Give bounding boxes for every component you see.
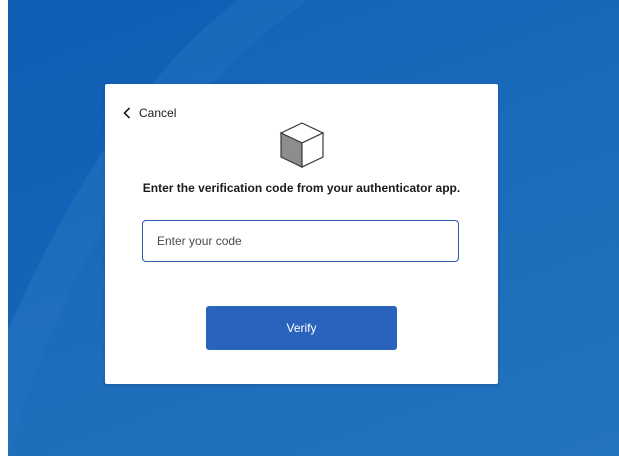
verification-code-input[interactable] xyxy=(142,220,459,262)
verify-button[interactable]: Verify xyxy=(206,306,397,350)
cancel-link[interactable]: Cancel xyxy=(123,106,176,120)
chevron-left-icon xyxy=(123,107,131,119)
cube-icon xyxy=(279,122,325,168)
verification-card: Cancel Enter the verification code from … xyxy=(105,84,498,384)
instruction-text: Enter the verification code from your au… xyxy=(142,181,461,195)
desktop-background: Cancel Enter the verification code from … xyxy=(8,0,619,456)
cancel-label: Cancel xyxy=(139,106,177,120)
